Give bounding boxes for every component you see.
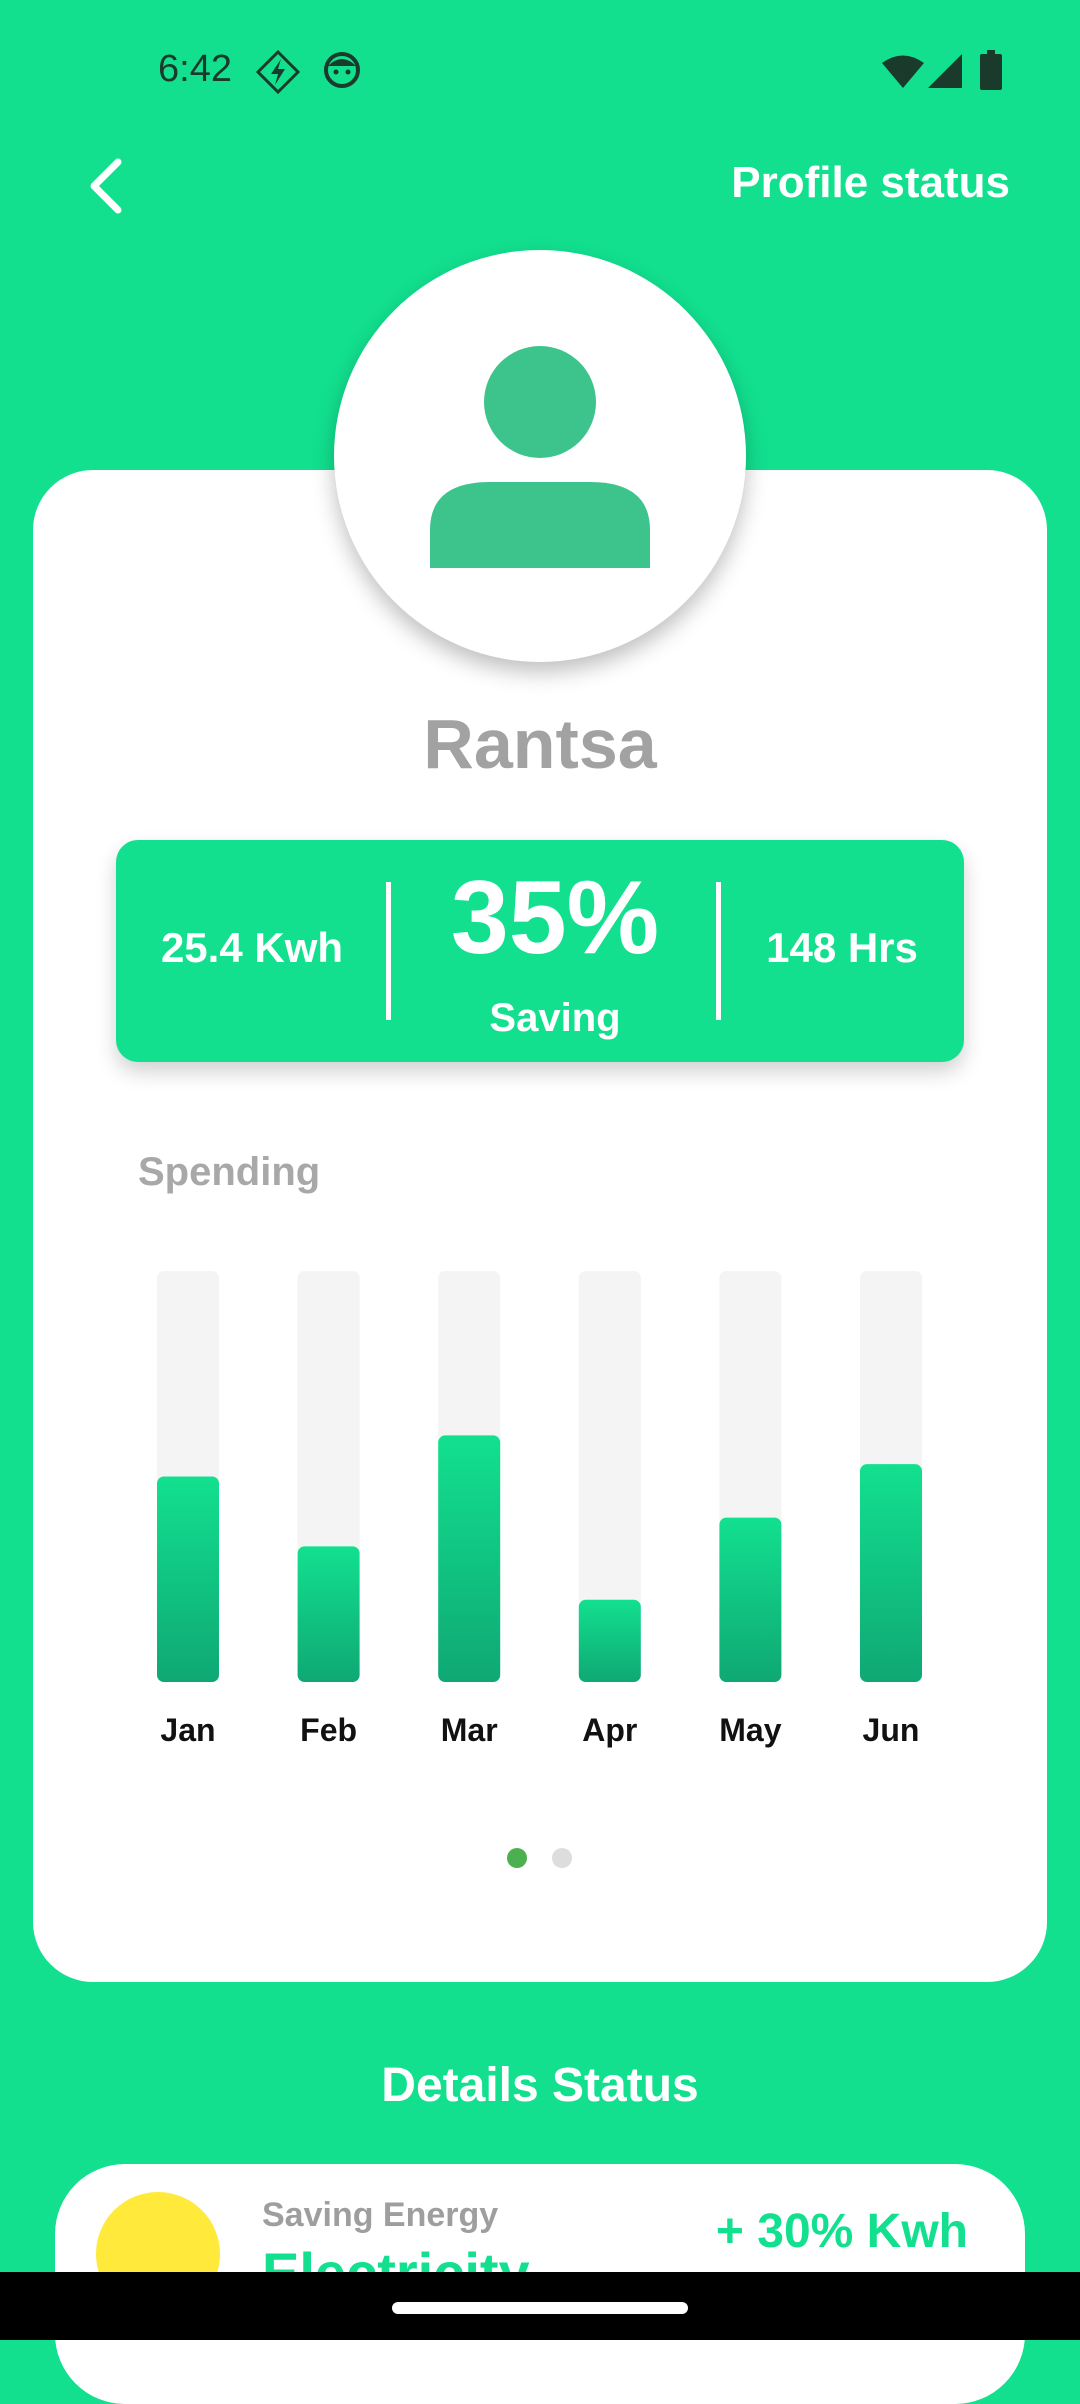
home-handle[interactable] — [392, 2302, 688, 2314]
x-tick-label: Apr — [582, 1712, 637, 1748]
details-title: Details Status — [381, 2059, 699, 2112]
x-tick-label: Jun — [863, 1712, 920, 1748]
bar-feb[interactable] — [297, 1546, 360, 1682]
x-tick-label: Jan — [160, 1712, 215, 1748]
bar-apr[interactable] — [578, 1599, 641, 1682]
spending-chart: Jan Feb Mar Apr May Jun — [157, 1271, 922, 1748]
x-tick-label: May — [719, 1712, 781, 1748]
bar-may[interactable] — [719, 1517, 782, 1682]
x-tick-label: Mar — [441, 1712, 498, 1748]
bar-jan[interactable] — [157, 1476, 219, 1683]
bar-mar[interactable] — [438, 1435, 501, 1682]
bar-jun[interactable] — [860, 1464, 922, 1682]
x-tick-label: Feb — [300, 1712, 357, 1748]
page-indicator-dot-1[interactable] — [507, 1848, 527, 1868]
detail-subtitle: Saving Energy — [262, 2196, 499, 2234]
detail-value: + 30% Kwh — [715, 2205, 968, 2258]
page-indicator-dot-2[interactable] — [552, 1848, 572, 1868]
